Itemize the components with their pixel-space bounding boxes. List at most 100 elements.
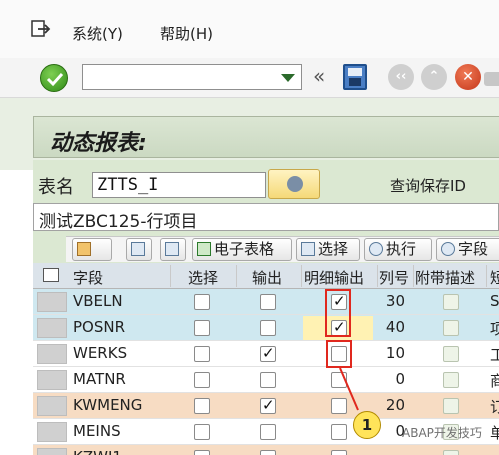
table-row[interactable]: KZWI1 bbox=[33, 445, 499, 455]
output-checkbox[interactable] bbox=[260, 320, 276, 336]
short-text: S bbox=[490, 292, 499, 310]
exit-button[interactable]: ⌃ bbox=[421, 64, 447, 90]
description-field[interactable]: 测试ZBC125-行项目 bbox=[33, 203, 499, 232]
connect-button[interactable] bbox=[268, 169, 320, 199]
spreadsheet-button[interactable]: 电子表格 bbox=[192, 238, 292, 261]
title-bar: 动态报表: bbox=[33, 116, 499, 158]
table-row[interactable]: VBELN 30 S bbox=[33, 289, 499, 315]
select-all-icon bbox=[131, 242, 145, 256]
with-description-checkbox[interactable] bbox=[443, 294, 459, 310]
dropdown-arrow-icon[interactable] bbox=[281, 74, 295, 82]
header-output[interactable]: 输出 bbox=[252, 267, 282, 288]
menu-help[interactable]: 帮助(H) bbox=[160, 23, 213, 44]
row-selector[interactable] bbox=[37, 448, 67, 455]
header-field[interactable]: 字段 bbox=[73, 267, 103, 288]
callout-pointer-icon bbox=[339, 367, 359, 411]
table-row[interactable]: KWMENG 20 订 bbox=[33, 393, 499, 419]
page-title: 动态报表: bbox=[50, 131, 147, 156]
output-checkbox[interactable] bbox=[260, 344, 276, 362]
short-text: 商 bbox=[490, 372, 499, 390]
column-number[interactable]: 10 bbox=[373, 344, 405, 362]
select-checkbox[interactable] bbox=[194, 398, 210, 414]
toolbar-overflow[interactable] bbox=[484, 72, 499, 86]
layout-icon[interactable] bbox=[43, 268, 59, 282]
callout-marker: 1 bbox=[353, 411, 381, 439]
with-description-checkbox[interactable] bbox=[443, 372, 459, 388]
watermark: ABAP开发技巧 bbox=[402, 426, 482, 440]
deselect-all-button[interactable] bbox=[160, 238, 186, 261]
row-selector[interactable] bbox=[37, 292, 67, 312]
cancel-button[interactable]: ✕ bbox=[455, 64, 481, 90]
column-number[interactable]: 0 bbox=[373, 370, 405, 388]
excel-icon bbox=[197, 242, 211, 256]
detail-output-checkbox[interactable] bbox=[331, 450, 347, 455]
highlight-box-detail bbox=[326, 340, 352, 368]
enter-button[interactable] bbox=[40, 64, 68, 92]
layout-grid-icon bbox=[77, 242, 91, 256]
row-selector[interactable] bbox=[37, 370, 67, 390]
short-text: 订 bbox=[490, 398, 499, 416]
table-name-input[interactable]: ZTTS_I bbox=[92, 172, 266, 198]
grid-header: 字段 选择 输出 明细输出 列号 附带描述 短 bbox=[33, 263, 499, 289]
select-checkbox[interactable] bbox=[194, 450, 210, 455]
floppy-icon bbox=[348, 68, 362, 76]
description-text: 测试ZBC125-行项目 bbox=[39, 212, 198, 232]
column-number[interactable]: 40 bbox=[373, 318, 405, 336]
column-number[interactable]: 30 bbox=[373, 292, 405, 310]
row-selector[interactable] bbox=[37, 422, 67, 442]
filter-icon bbox=[301, 242, 315, 256]
table-row[interactable]: MATNR 0 商 bbox=[33, 367, 499, 393]
with-description-checkbox[interactable] bbox=[443, 450, 459, 455]
table-name-label: 表名 bbox=[38, 177, 74, 198]
field-name: MATNR bbox=[73, 370, 126, 388]
output-checkbox[interactable] bbox=[260, 396, 276, 414]
header-column-number[interactable]: 列号 bbox=[379, 267, 409, 288]
short-text: 工 bbox=[490, 346, 499, 364]
fields-button[interactable]: 字段 bbox=[436, 238, 499, 261]
detail-output-checkbox[interactable] bbox=[331, 424, 347, 440]
collapse-command-field-icon[interactable]: « bbox=[313, 64, 325, 88]
with-description-checkbox[interactable] bbox=[443, 346, 459, 362]
header-select[interactable]: 选择 bbox=[188, 267, 218, 288]
exit-session-icon[interactable] bbox=[31, 20, 51, 38]
clock-icon bbox=[369, 242, 383, 256]
output-checkbox[interactable] bbox=[260, 450, 276, 455]
highlight-box bbox=[325, 289, 351, 337]
field-name: POSNR bbox=[73, 318, 126, 336]
short-text: 项 bbox=[490, 320, 499, 338]
table-row[interactable]: POSNR 40 项 bbox=[33, 315, 499, 341]
with-description-checkbox[interactable] bbox=[443, 398, 459, 414]
output-checkbox[interactable] bbox=[260, 424, 276, 440]
save-button[interactable] bbox=[343, 64, 367, 90]
column-number[interactable]: 20 bbox=[373, 396, 405, 414]
row-selector[interactable] bbox=[37, 344, 67, 364]
execute-button[interactable]: 执行 bbox=[364, 238, 432, 261]
table-row[interactable]: WERKS 10 工 bbox=[33, 341, 499, 367]
deselect-all-icon bbox=[165, 242, 179, 256]
header-short-text[interactable]: 短 bbox=[490, 267, 499, 288]
select-checkbox[interactable] bbox=[194, 294, 210, 310]
back-button[interactable]: ‹‹ bbox=[388, 64, 414, 90]
refresh-icon bbox=[441, 242, 455, 256]
header-detail-output[interactable]: 明细输出 bbox=[304, 267, 364, 288]
row-selector[interactable] bbox=[37, 318, 67, 338]
menu-system[interactable]: 系统(Y) bbox=[72, 23, 123, 44]
output-checkbox[interactable] bbox=[260, 294, 276, 310]
row-selector[interactable] bbox=[37, 396, 67, 416]
command-field[interactable] bbox=[82, 64, 302, 90]
field-name: KZWI1 bbox=[73, 448, 122, 455]
select-checkbox[interactable] bbox=[194, 424, 210, 440]
field-name: WERKS bbox=[73, 344, 128, 362]
select-button[interactable]: 选择 bbox=[296, 238, 360, 261]
select-checkbox[interactable] bbox=[194, 372, 210, 388]
select-all-button[interactable] bbox=[126, 238, 152, 261]
field-name: MEINS bbox=[73, 422, 121, 440]
output-checkbox[interactable] bbox=[260, 372, 276, 388]
with-description-checkbox[interactable] bbox=[443, 320, 459, 336]
select-checkbox[interactable] bbox=[194, 346, 210, 362]
layout-menu-button[interactable] bbox=[72, 238, 112, 261]
select-checkbox[interactable] bbox=[194, 320, 210, 336]
header-with-description[interactable]: 附带描述 bbox=[415, 267, 475, 288]
field-name: KWMENG bbox=[73, 396, 143, 414]
standard-toolbar: « ‹‹ ⌃ ✕ bbox=[0, 58, 499, 98]
